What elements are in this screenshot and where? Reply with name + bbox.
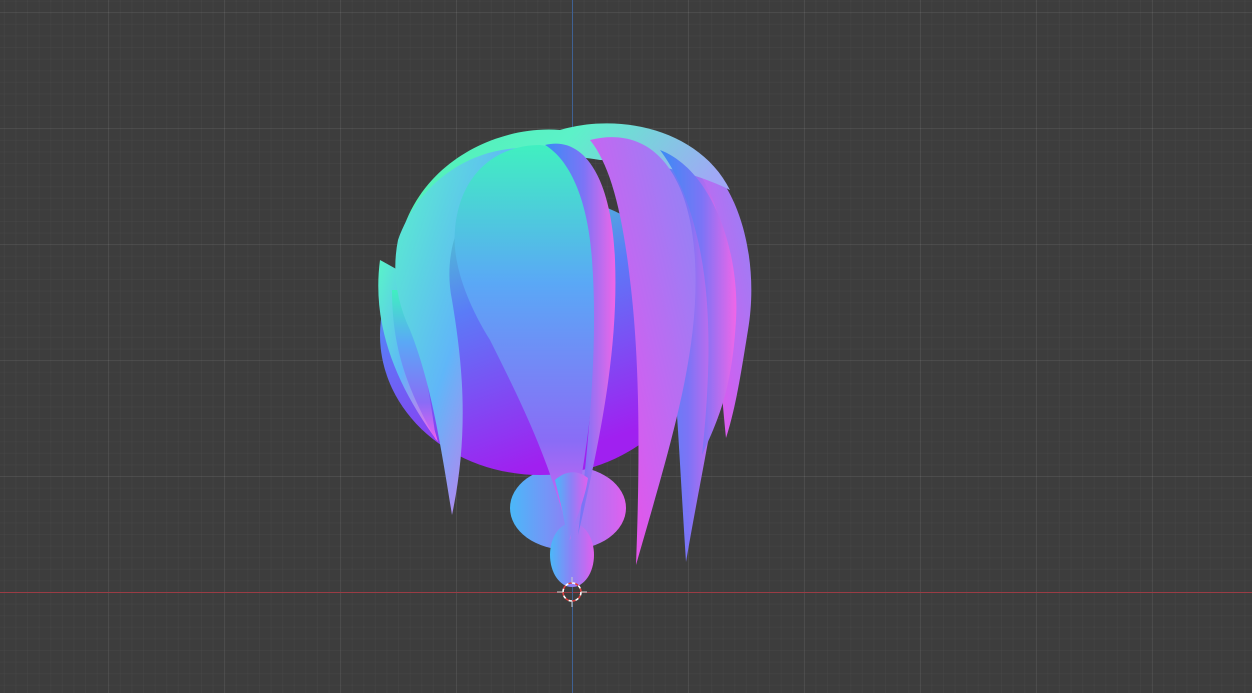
hair-mesh-object[interactable] — [0, 0, 1252, 693]
3d-viewport[interactable] — [0, 0, 1252, 693]
